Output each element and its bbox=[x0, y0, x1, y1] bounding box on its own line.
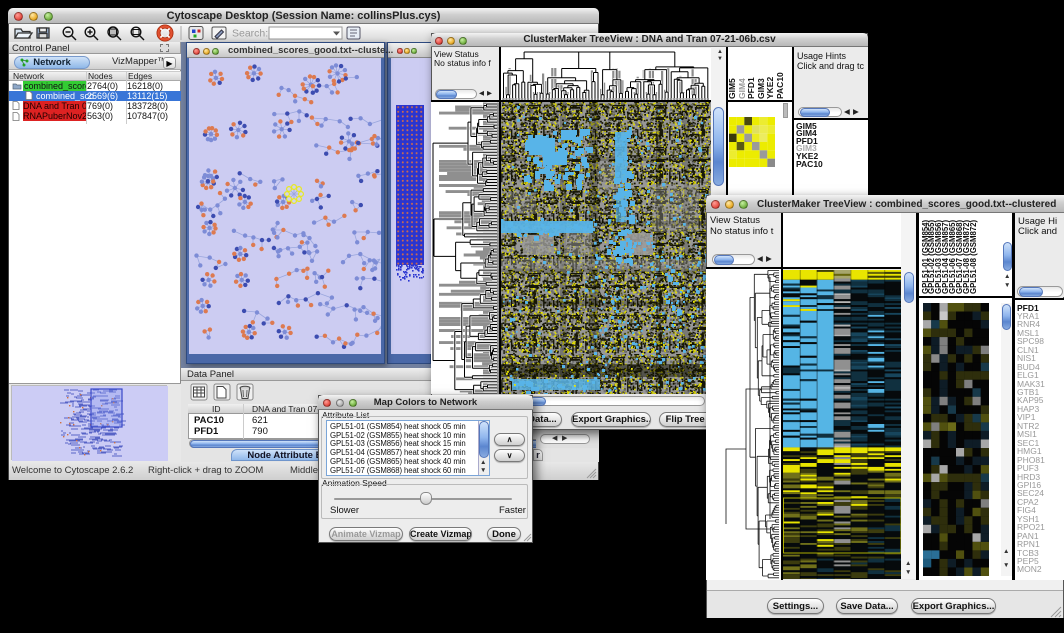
svg-text:Search:: Search: bbox=[232, 28, 268, 40]
